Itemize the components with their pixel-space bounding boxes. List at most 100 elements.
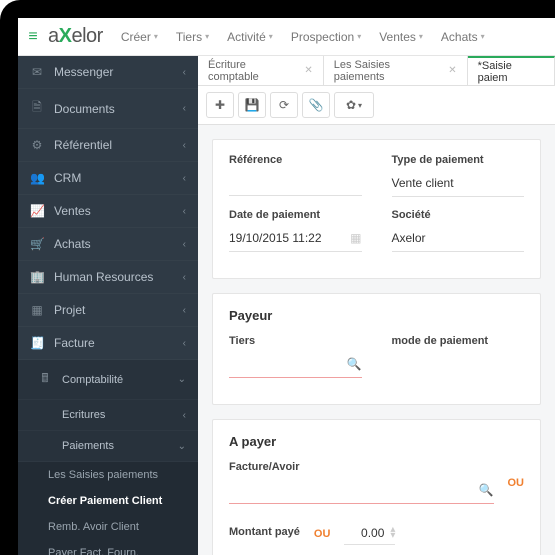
sidebar-label: Référentiel xyxy=(54,138,112,152)
calc-icon: 🖩 xyxy=(38,369,52,390)
sidebar-item-achats[interactable]: 🛒 Achats ‹ xyxy=(18,228,198,261)
close-icon[interactable]: ✕ xyxy=(304,65,312,76)
menu-activite[interactable]: Activité▾ xyxy=(219,26,281,48)
brand-logo[interactable]: aXelor xyxy=(48,25,103,48)
menu-prospection[interactable]: Prospection▾ xyxy=(283,26,369,48)
card-apayer: A payer Facture/Avoir 🔍 OU Montant payé … xyxy=(212,419,541,555)
mode-label: mode de paiement xyxy=(392,335,525,347)
tab-ecriture[interactable]: Écriture comptable ✕ xyxy=(198,56,324,85)
sidebar-item-referentiel[interactable]: ⚙ Référentiel ‹ xyxy=(18,129,198,162)
sidebar-item-paiements[interactable]: Paiements ⌄ xyxy=(18,431,198,462)
sidebar-label: Paiements xyxy=(62,440,114,452)
menu-creer[interactable]: Créer▾ xyxy=(113,26,166,48)
settings-dropdown[interactable]: ✿▾ xyxy=(334,92,374,118)
close-icon[interactable]: ✕ xyxy=(448,65,456,76)
date-label: Date de paiement xyxy=(229,209,362,221)
main-area: Écriture comptable ✕ Les Saisies paiement… xyxy=(198,56,555,555)
caret-icon: ▾ xyxy=(269,32,273,41)
caret-icon: ▾ xyxy=(481,32,485,41)
attach-button[interactable]: 📎 xyxy=(302,92,330,118)
chevron-left-icon: ‹ xyxy=(183,410,186,421)
card-payeur: Payeur Tiers 🔍 mode de paiement xyxy=(212,293,541,405)
caret-icon: ▾ xyxy=(205,32,209,41)
tab-saisie-paiem[interactable]: *Saisie paiem xyxy=(468,56,555,85)
form: Référence Type de paiement Vente client … xyxy=(198,125,555,555)
refresh-button[interactable]: ⟳ xyxy=(270,92,298,118)
cart-icon: 🛒 xyxy=(30,237,44,251)
search-icon[interactable]: 🔍 xyxy=(479,483,494,497)
tab-label: Les Saisies paiements xyxy=(334,59,442,83)
tab-label: Écriture comptable xyxy=(208,59,298,83)
logo-text: a xyxy=(48,25,59,47)
spinner-icon[interactable]: ▴▾ xyxy=(390,527,395,539)
caret-icon: ▾ xyxy=(154,32,158,41)
sidebar-item-documents[interactable]: 🗎Documents‹ xyxy=(18,89,198,129)
montant-input[interactable]: 0.00 ▴▾ xyxy=(344,522,395,545)
montant-label: Montant payé xyxy=(229,526,300,538)
sidebar-label: Créer Paiement Client xyxy=(48,495,162,507)
calendar-icon[interactable]: ▦ xyxy=(350,231,361,245)
chevron-left-icon: ‹ xyxy=(183,305,186,316)
search-icon[interactable]: 🔍 xyxy=(347,357,362,371)
sidebar-label: Achats xyxy=(54,237,91,251)
save-button[interactable]: 💾 xyxy=(238,92,266,118)
chevron-left-icon: ‹ xyxy=(183,173,186,184)
documents-icon: 🗎 xyxy=(30,98,44,119)
sidebar-item-facture[interactable]: 🧾Facture‹ xyxy=(18,327,198,360)
sidebar-item-messenger[interactable]: ✉Messenger‹ xyxy=(18,56,198,89)
tabs: Écriture comptable ✕ Les Saisies paiement… xyxy=(198,56,555,86)
company-label: Société xyxy=(392,209,525,221)
sidebar-item-hr[interactable]: 🏢Human Resources‹ xyxy=(18,261,198,294)
menu-ventes[interactable]: Ventes▾ xyxy=(371,26,431,48)
sidebar-item-ecritures[interactable]: Ecritures‹ xyxy=(18,400,198,431)
crm-icon: 👥 xyxy=(30,171,44,185)
sidebar: ✉Messenger‹ 🗎Documents‹ ⚙Référentiel‹ 👥C… xyxy=(18,56,198,555)
chevron-left-icon: ‹ xyxy=(183,67,186,78)
ou-separator: OU xyxy=(314,528,331,540)
gear-icon: ⚙ xyxy=(30,138,44,152)
tiers-label: Tiers xyxy=(229,335,362,347)
sidebar-item-ventes[interactable]: 📈Ventes‹ xyxy=(18,195,198,228)
menu-achats[interactable]: Achats▾ xyxy=(433,26,493,48)
topbar: ≡ aXelor Créer▾ Tiers▾ Activité▾ Prospec… xyxy=(18,18,555,56)
sidebar-label: Payer Fact. Fourn. xyxy=(48,547,139,555)
sidebar-label: Comptabilité xyxy=(62,374,123,386)
logo-text2: elor xyxy=(71,25,102,47)
toolbar: ✚ 💾 ⟳ 📎 ✿▾ xyxy=(198,86,555,125)
sidebar-label: Facture xyxy=(54,336,95,350)
sidebar-label: Ventes xyxy=(54,204,91,218)
tab-saisies[interactable]: Les Saisies paiements ✕ xyxy=(324,56,468,85)
sidebar-item-payer-fourn[interactable]: Payer Fact. Fourn. xyxy=(18,540,198,555)
sidebar-label: Projet xyxy=(54,303,85,317)
sidebar-item-saisies[interactable]: Les Saisies paiements xyxy=(18,462,198,488)
type-value: Vente client xyxy=(392,170,525,197)
sidebar-item-remb-avoir[interactable]: Remb. Avoir Client xyxy=(18,514,198,540)
reference-label: Référence xyxy=(229,154,362,166)
tiers-input[interactable]: 🔍 xyxy=(229,351,362,378)
sidebar-item-creer-paiement[interactable]: Créer Paiement Client xyxy=(18,488,198,514)
facture-input[interactable]: 🔍 xyxy=(229,477,494,504)
hr-icon: 🏢 xyxy=(30,270,44,284)
chevron-left-icon: ‹ xyxy=(183,140,186,151)
sidebar-item-projet[interactable]: ▦ Projet ‹ xyxy=(18,294,198,327)
project-icon: ▦ xyxy=(30,303,44,317)
chevron-left-icon: ‹ xyxy=(183,239,186,250)
top-menu: Créer▾ Tiers▾ Activité▾ Prospection▾ Ven… xyxy=(113,26,493,48)
chevron-down-icon: ⌄ xyxy=(178,374,186,385)
messenger-icon: ✉ xyxy=(30,65,44,79)
menu-tiers[interactable]: Tiers▾ xyxy=(168,26,217,48)
sidebar-label: Remb. Avoir Client xyxy=(48,521,139,533)
sidebar-item-comptabilite[interactable]: 🖩 Comptabilité ⌄ xyxy=(18,360,198,400)
date-input[interactable]: 19/10/2015 11:22▦ xyxy=(229,225,362,252)
logo-x: X xyxy=(59,25,72,47)
sidebar-item-crm[interactable]: 👥CRM‹ xyxy=(18,162,198,195)
apayer-section-title: A payer xyxy=(229,434,524,449)
chevron-left-icon: ‹ xyxy=(183,206,186,217)
ou-separator: OU xyxy=(508,477,525,489)
add-button[interactable]: ✚ xyxy=(206,92,234,118)
sidebar-label: Human Resources xyxy=(54,270,153,284)
type-label: Type de paiement xyxy=(392,154,525,166)
chevron-down-icon: ⌄ xyxy=(178,441,186,452)
reference-input[interactable] xyxy=(229,170,362,196)
menu-toggle-icon[interactable]: ≡ xyxy=(18,28,48,46)
